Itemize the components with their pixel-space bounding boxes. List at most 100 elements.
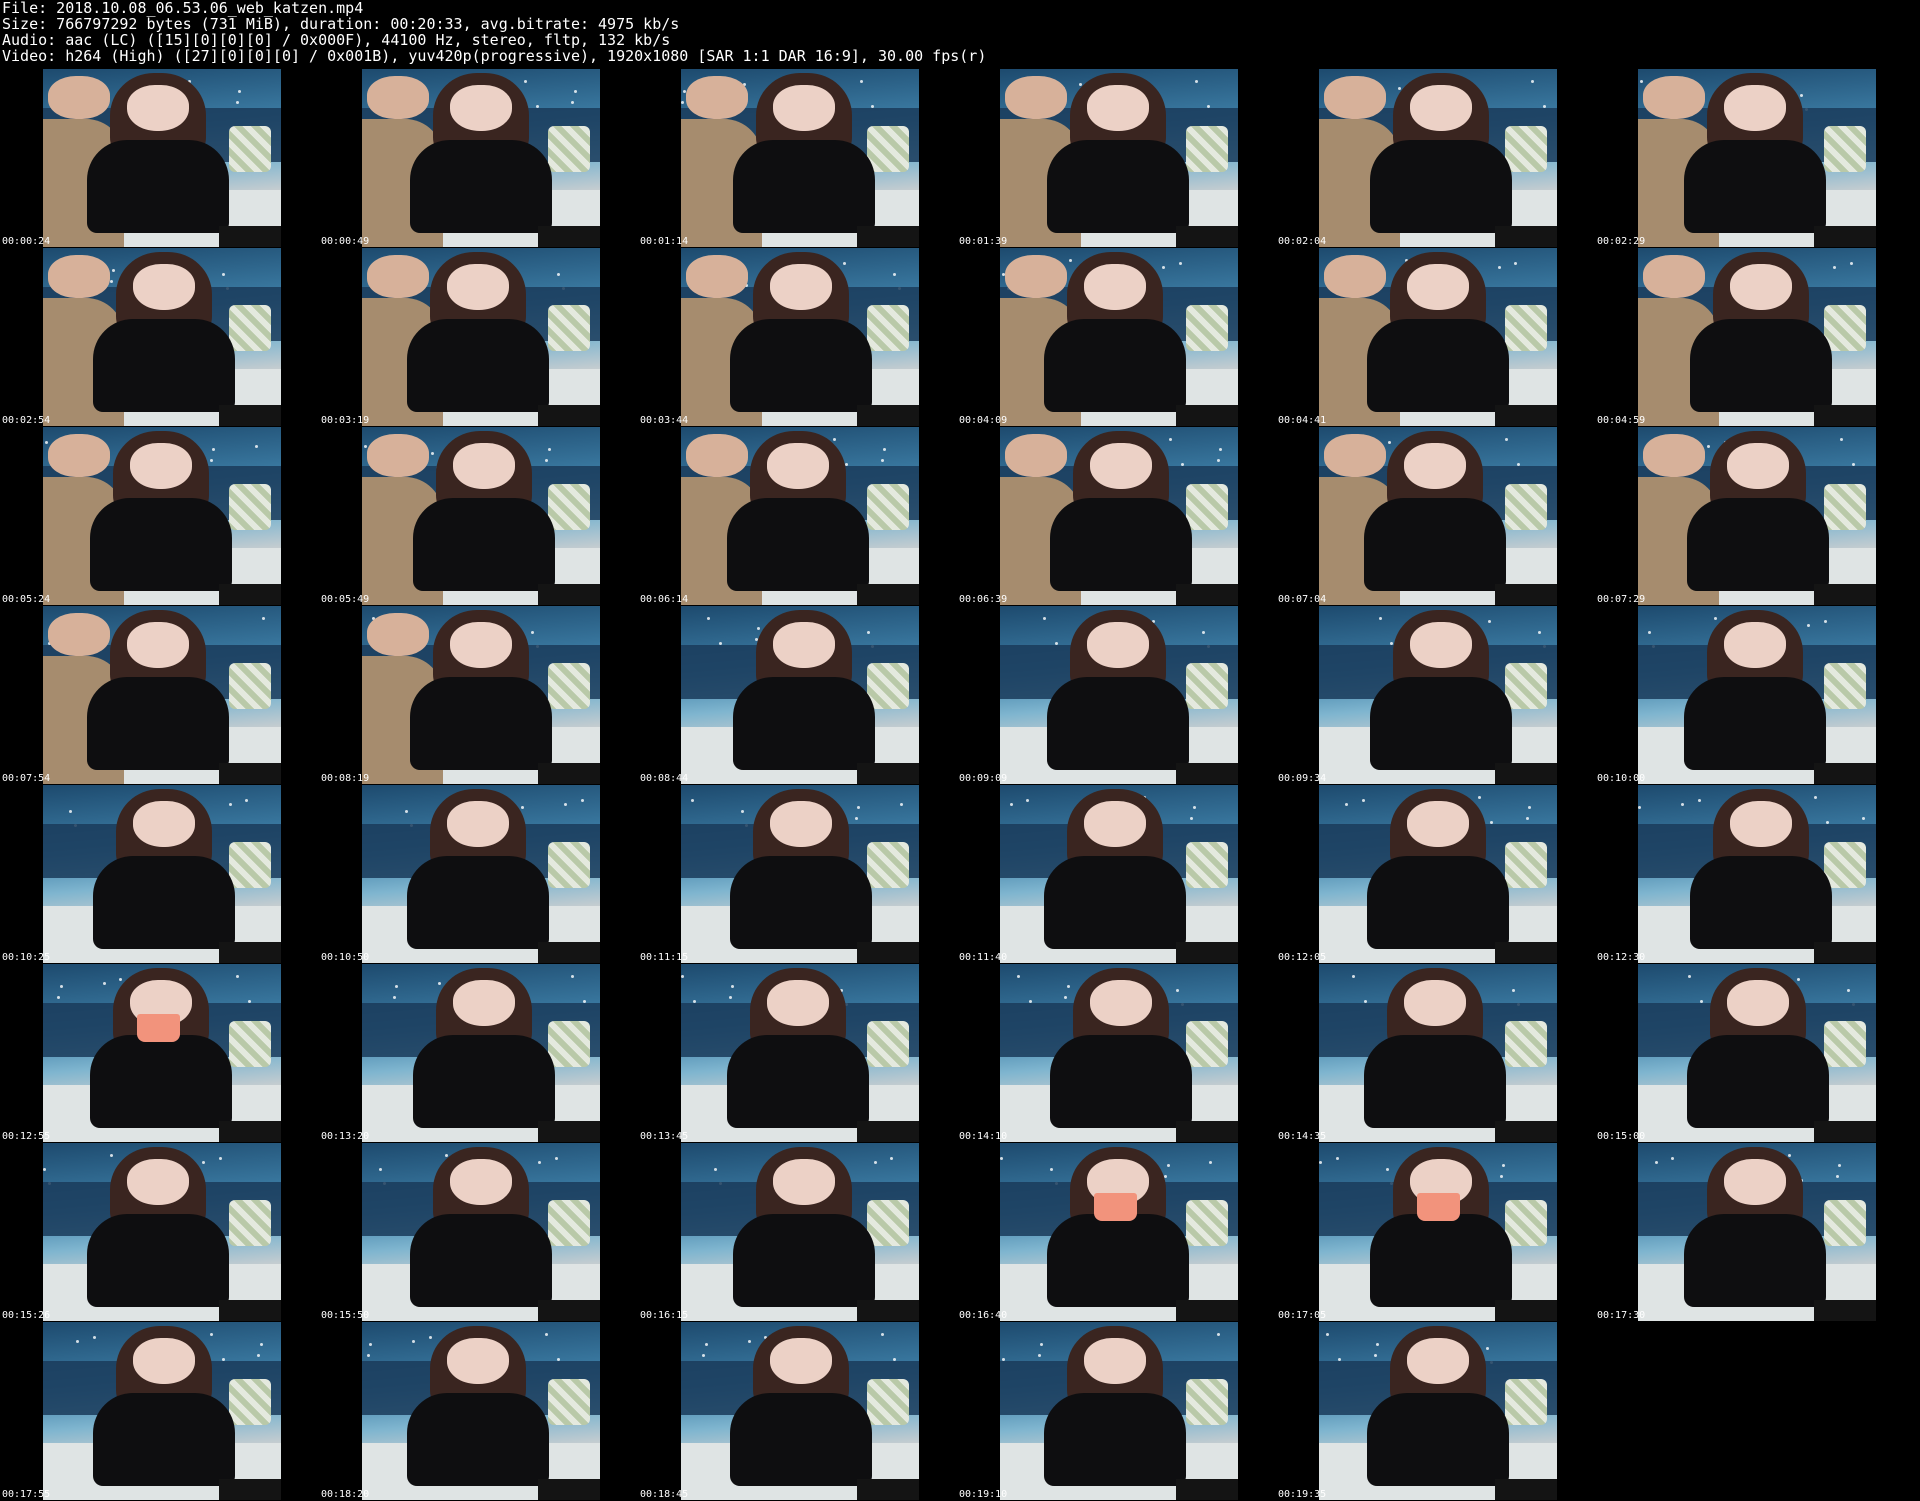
video-thumbnail	[1000, 1143, 1238, 1321]
backdrop-star	[580, 799, 584, 803]
scene-shirt	[729, 319, 873, 412]
scene-face	[1724, 85, 1786, 132]
video-thumbnail	[1319, 427, 1557, 605]
video-thumbnail	[1319, 606, 1557, 784]
backdrop-star	[109, 1153, 113, 1157]
scene-legs	[1495, 762, 1557, 784]
backdrop-star	[883, 448, 887, 452]
backdrop-star	[1528, 806, 1532, 810]
scene-cushion	[1504, 1199, 1548, 1247]
backdrop-star	[1847, 988, 1851, 992]
backdrop-star	[1833, 265, 1837, 269]
backdrop-star	[690, 799, 694, 803]
video-thumbnail	[1319, 964, 1557, 1142]
backdrop-star	[57, 996, 61, 1000]
scene-legs	[538, 941, 600, 963]
backdrop-star	[747, 1339, 751, 1343]
scene-shirt	[1369, 1214, 1513, 1307]
backdrop-star	[1797, 978, 1801, 982]
scene-companion-head	[685, 255, 748, 298]
backdrop-star	[573, 90, 577, 94]
scene-cushion	[1823, 125, 1867, 173]
backdrop-star	[871, 104, 875, 108]
backdrop-star	[1849, 262, 1853, 266]
video-thumbnail	[362, 785, 600, 963]
backdrop-star	[1511, 988, 1515, 992]
scene-shirt	[1686, 1035, 1830, 1128]
scene-face	[1727, 443, 1789, 490]
scene-shirt	[1043, 856, 1187, 949]
scene-face	[450, 85, 512, 132]
backdrop-star	[1654, 1160, 1658, 1164]
backdrop-star	[1385, 1167, 1389, 1171]
backdrop-star	[392, 996, 396, 1000]
backdrop-star	[1530, 79, 1534, 83]
backdrop-star	[109, 280, 113, 284]
backdrop-star	[1499, 1175, 1503, 1179]
contact-sheet: File: 2018.10.08_06.53.06_web_katzen.mp4…	[0, 0, 1920, 1501]
scene-cushion	[866, 483, 910, 531]
video-thumbnail	[43, 1143, 281, 1321]
file-info-line: File: 2018.10.08_06.53.06_web_katzen.mp4	[2, 0, 364, 17]
scene-legs	[857, 1120, 919, 1142]
backdrop-star	[1176, 988, 1180, 992]
thumbnail-timestamp: 00:09:09	[959, 773, 1008, 784]
backdrop-star	[219, 1157, 223, 1161]
backdrop-star	[102, 981, 106, 985]
backdrop-star	[1697, 799, 1701, 803]
backdrop-star	[259, 1343, 263, 1347]
scene-face	[1727, 980, 1789, 1027]
backdrop-star	[557, 272, 561, 276]
backdrop-star	[261, 616, 265, 620]
backdrop-star	[369, 1343, 373, 1347]
backdrop-star	[1216, 459, 1220, 463]
backdrop-star	[1038, 1354, 1042, 1358]
backdrop-star	[557, 1357, 561, 1361]
backdrop-star	[378, 1167, 382, 1171]
backdrop-star	[535, 104, 539, 108]
backdrop-star	[1671, 1157, 1675, 1161]
backdrop-star	[1485, 1346, 1489, 1350]
backdrop-star	[1326, 1332, 1330, 1336]
backdrop-star	[833, 437, 837, 441]
scene-legs	[1814, 762, 1876, 784]
scene-shirt	[412, 1035, 556, 1128]
backdrop-star	[247, 999, 251, 1003]
video-thumbnail	[362, 1322, 600, 1500]
backdrop-star	[1638, 806, 1641, 810]
backdrop-star	[59, 985, 63, 989]
scene-legs	[1176, 404, 1238, 426]
scene-cushion	[1504, 125, 1548, 173]
backdrop-star	[1478, 795, 1482, 799]
backdrop-star	[1364, 999, 1368, 1003]
scene-shirt	[1683, 677, 1827, 770]
video-thumbnail	[1000, 785, 1238, 963]
backdrop-star	[1009, 802, 1013, 806]
backdrop-star	[1345, 802, 1349, 806]
scene-face	[1404, 980, 1466, 1027]
scene-face	[1084, 264, 1146, 311]
backdrop-star	[1542, 104, 1546, 108]
scene-shirt	[412, 498, 556, 591]
scene-companion-head	[1004, 434, 1067, 477]
backdrop-star	[583, 999, 587, 1003]
backdrop-star	[1516, 462, 1520, 466]
scene-legs	[538, 225, 600, 247]
video-thumbnail	[681, 1322, 919, 1500]
scene-cushion	[866, 1378, 910, 1426]
scene-shirt	[729, 856, 873, 949]
scene-cushion	[547, 662, 591, 710]
scene-cushion	[1185, 1199, 1229, 1247]
scene-cushion	[1504, 304, 1548, 352]
thumbnail-timestamp: 00:10:25	[2, 952, 51, 963]
scene-companion-head	[1323, 434, 1386, 477]
scene-cushion	[228, 662, 272, 710]
thumbnail-timestamp: 00:16:40	[959, 1310, 1008, 1321]
thumbnail-timestamp: 00:12:05	[1278, 952, 1327, 963]
scene-legs	[1495, 941, 1557, 963]
scene-companion-head	[1323, 76, 1386, 119]
scene-companion-head	[47, 613, 110, 656]
backdrop-star	[1352, 974, 1356, 978]
scene-cup	[1094, 1192, 1138, 1222]
backdrop-star	[730, 985, 734, 989]
